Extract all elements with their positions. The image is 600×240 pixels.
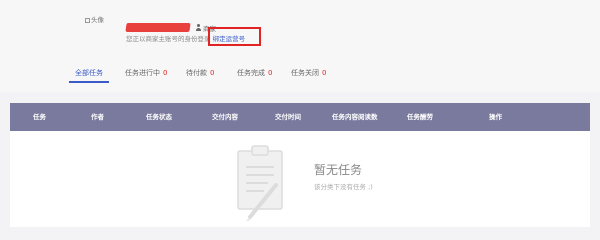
tab-count: 0 [163, 69, 168, 77]
task-table-body: 暂无任务 该分类下没有任务 ;) [10, 131, 590, 227]
broken-image-icon [85, 17, 90, 23]
tab-label: 任务关闭 [291, 69, 319, 77]
tab-completed[interactable]: 任务完成 0 [237, 68, 272, 78]
empty-state-title: 暂无任务 [314, 163, 363, 177]
empty-state-subtitle: 该分类下没有任务 ;) [314, 183, 373, 191]
tab-count: 0 [268, 69, 273, 77]
tab-label: 待付款 [186, 69, 207, 77]
tab-label: 任务进行中 [125, 69, 160, 77]
tab-pending-payment[interactable]: 待付款 0 [186, 68, 214, 78]
empty-document-icon [237, 145, 283, 221]
login-notice-text: 您正以商家主账号的身份登录 [126, 35, 211, 43]
column-header-reward: 任务酬劳 [407, 113, 433, 121]
column-header-delivery-time: 交付时间 [275, 113, 301, 121]
column-header-actions: 操作 [489, 113, 502, 121]
redacted-account-name [125, 23, 191, 32]
column-header-deliverable: 交付内容 [212, 113, 238, 121]
task-table-header: 任务 作者 任务状态 交付内容 交付时间 任务内容阅读数 任务酬劳 操作 [10, 103, 590, 131]
annotation-highlight-box [208, 27, 261, 46]
tab-count: 0 [322, 69, 327, 77]
avatar[interactable]: 头像 [85, 13, 109, 28]
avatar-alt-text: 头像 [91, 16, 104, 24]
column-header-status: 任务状态 [146, 113, 172, 121]
active-tab-underline [69, 81, 109, 83]
tab-all-tasks[interactable]: 全部任务 [75, 68, 103, 78]
tab-label: 任务完成 [237, 69, 265, 77]
tab-in-progress[interactable]: 任务进行中 0 [125, 68, 167, 78]
column-header-read-count: 任务内容阅读数 [332, 113, 378, 121]
tab-closed[interactable]: 任务关闭 0 [291, 68, 326, 78]
profile-header: 头像 商家 您正以商家主账号的身份登录 绑定运营号 全部任务 任务进行中 0 待付… [0, 0, 600, 92]
column-header-task: 任务 [33, 113, 46, 121]
tab-label: 全部任务 [75, 69, 103, 77]
tab-count: 0 [210, 69, 215, 77]
column-header-author: 作者 [91, 113, 104, 121]
user-icon [195, 24, 202, 31]
